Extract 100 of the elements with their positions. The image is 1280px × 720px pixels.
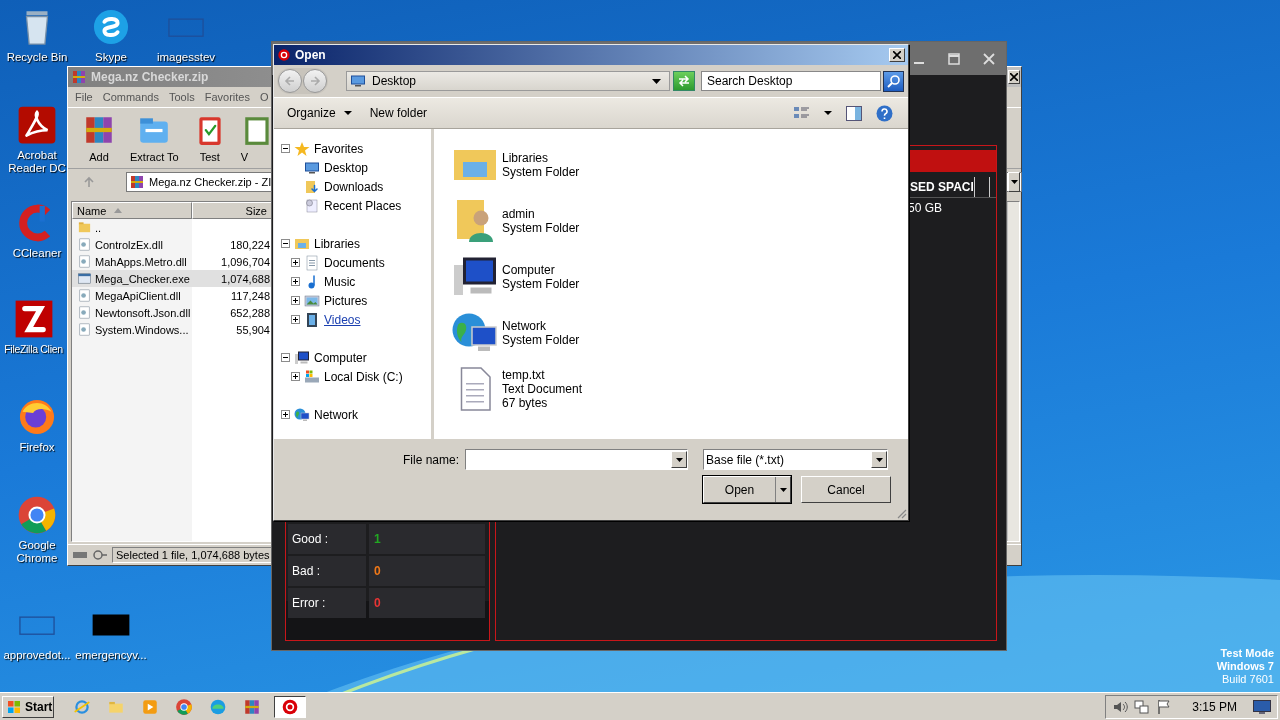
item-name[interactable]: Network [502, 319, 580, 333]
file-row[interactable]: ControlzEx.dll 180,224 [72, 236, 272, 253]
file-name: Newtonsoft.Json.dll [95, 306, 192, 319]
tree-item[interactable]: Local Disk (C:) [324, 369, 403, 384]
item-type: Text Document [502, 382, 583, 396]
document-app-icon[interactable] [16, 104, 58, 146]
up-arrow-icon [83, 176, 95, 188]
archive-icon [243, 697, 261, 716]
file-name: Mega_Checker.exe [95, 272, 191, 285]
caret-icon [652, 78, 661, 84]
tree-item[interactable]: Favorites [314, 141, 364, 156]
start-button[interactable]: Start [2, 695, 54, 718]
open-button[interactable]: Open [703, 476, 791, 503]
tree-item[interactable]: Network [314, 407, 358, 422]
file-row[interactable]: Mega_Checker.exe 1,074,688 [72, 270, 272, 287]
file-size: 180,224 [229, 238, 270, 251]
item-size: 67 bytes [502, 396, 549, 410]
expand-toggle[interactable] [281, 144, 290, 153]
file-row[interactable]: .. [72, 219, 272, 236]
organize-button[interactable]: Organize [280, 102, 359, 124]
menu-item[interactable]: File [70, 91, 98, 103]
item-type: System Folder [502, 333, 580, 347]
caret-icon [824, 111, 832, 115]
file-row[interactable]: MahApps.Metro.dll 1,096,704 [72, 253, 272, 270]
new-folder-button[interactable]: New folder [362, 102, 435, 124]
file-type-select[interactable]: Base file (*.txt) [703, 449, 888, 470]
column-header[interactable]: Size [192, 202, 272, 219]
file-name: MegaApiClient.dll [95, 289, 182, 302]
expand-toggle[interactable] [281, 353, 290, 362]
tree-item[interactable]: Recent Places [324, 198, 402, 213]
toolbar-button[interactable]: Extract To [126, 113, 183, 163]
toolbar-button[interactable]: Test [188, 113, 231, 163]
expand-toggle[interactable] [291, 296, 300, 305]
tree-item[interactable]: Desktop [324, 160, 369, 175]
menu-item[interactable]: Commands [97, 91, 164, 103]
dropdown-button[interactable] [1008, 172, 1020, 192]
menu-item[interactable]: Favorites [199, 91, 255, 103]
drive-icon [304, 368, 320, 385]
app-icon [277, 48, 291, 62]
close-icon [1010, 73, 1018, 81]
toolbar-button[interactable]: Add [78, 113, 120, 163]
desktop-icon-label[interactable]: Google Chrome [7, 539, 67, 565]
taskbar-button[interactable] [274, 695, 306, 718]
browser-icon[interactable] [16, 494, 58, 536]
scrollbar[interactable] [1007, 202, 1019, 541]
desktop-icon-label[interactable]: FileZilla Clien [4, 343, 63, 356]
tree-item[interactable]: Libraries [314, 236, 361, 251]
close-button[interactable] [1008, 70, 1020, 84]
desktop-icon-label[interactable]: approvedot... [3, 649, 71, 662]
desktop-icon-label[interactable]: Skype [95, 51, 127, 64]
desktop-icon-label[interactable]: emergencyv... [75, 649, 147, 662]
desktop-icon-label[interactable]: imagesstev [156, 51, 216, 64]
close-button[interactable] [889, 48, 905, 62]
file-row[interactable]: MegaApiClient.dll 117,248 [72, 287, 272, 304]
expand-toggle[interactable] [281, 410, 290, 419]
resize-grip-icon[interactable] [896, 508, 907, 519]
dropdown-button[interactable] [671, 451, 687, 468]
item-name[interactable]: temp.txt [502, 368, 583, 382]
item-name[interactable]: Computer [502, 263, 580, 277]
expand-toggle[interactable] [291, 277, 300, 286]
flag-icon[interactable] [1156, 698, 1173, 715]
expand-toggle[interactable] [291, 258, 300, 267]
caret-icon [875, 457, 883, 462]
file-row[interactable]: Newtonsoft.Json.dll 652,288 [72, 304, 272, 321]
file-name: MahApps.Metro.dll [95, 255, 188, 268]
close-icon [893, 51, 901, 59]
search-icon [886, 74, 901, 88]
item-name[interactable]: admin [502, 207, 580, 221]
window-title: Open [295, 48, 326, 62]
search-button[interactable] [883, 70, 904, 92]
column-header[interactable]: Name [72, 202, 192, 219]
cancel-button[interactable]: Cancel [801, 476, 891, 503]
file-name-field[interactable] [465, 449, 688, 470]
expand-toggle[interactable] [291, 315, 300, 324]
file-size: 1,096,704 [220, 255, 270, 268]
expand-toggle[interactable] [281, 239, 290, 248]
tree-item[interactable]: Downloads [324, 179, 384, 194]
file-row[interactable]: System.Windows... 55,904 [72, 321, 272, 338]
desktop-icon-label[interactable]: Recycle Bin [6, 51, 68, 64]
desktop-icon-label[interactable]: CCleaner [12, 247, 62, 260]
tree-item[interactable]: Music [324, 274, 356, 289]
file-icon [77, 254, 92, 269]
desktop-icon-label[interactable]: Firefox [19, 441, 55, 454]
tree-item[interactable]: Documents [324, 255, 385, 270]
search-field[interactable]: Search Desktop [701, 71, 881, 91]
desktop-icon-label[interactable]: Acrobat Reader DC [4, 149, 70, 175]
tree-item[interactable]: Computer [314, 350, 367, 365]
expand-toggle[interactable] [291, 372, 300, 381]
network-icon[interactable] [1134, 698, 1151, 715]
clock[interactable]: 3:15 PM [1192, 699, 1237, 714]
menu-item[interactable]: O [254, 91, 274, 103]
refresh-button[interactable] [673, 71, 695, 91]
location-combo[interactable]: Desktop [346, 71, 670, 91]
tree-item[interactable]: Pictures [324, 293, 368, 308]
item-name[interactable]: Libraries [502, 151, 580, 165]
maximize-icon [947, 52, 960, 65]
show-desktop-icon[interactable] [1253, 699, 1271, 714]
tree-item[interactable]: Videos [324, 312, 361, 327]
menu-item[interactable]: Tools [164, 91, 200, 103]
film-icon [304, 311, 320, 328]
